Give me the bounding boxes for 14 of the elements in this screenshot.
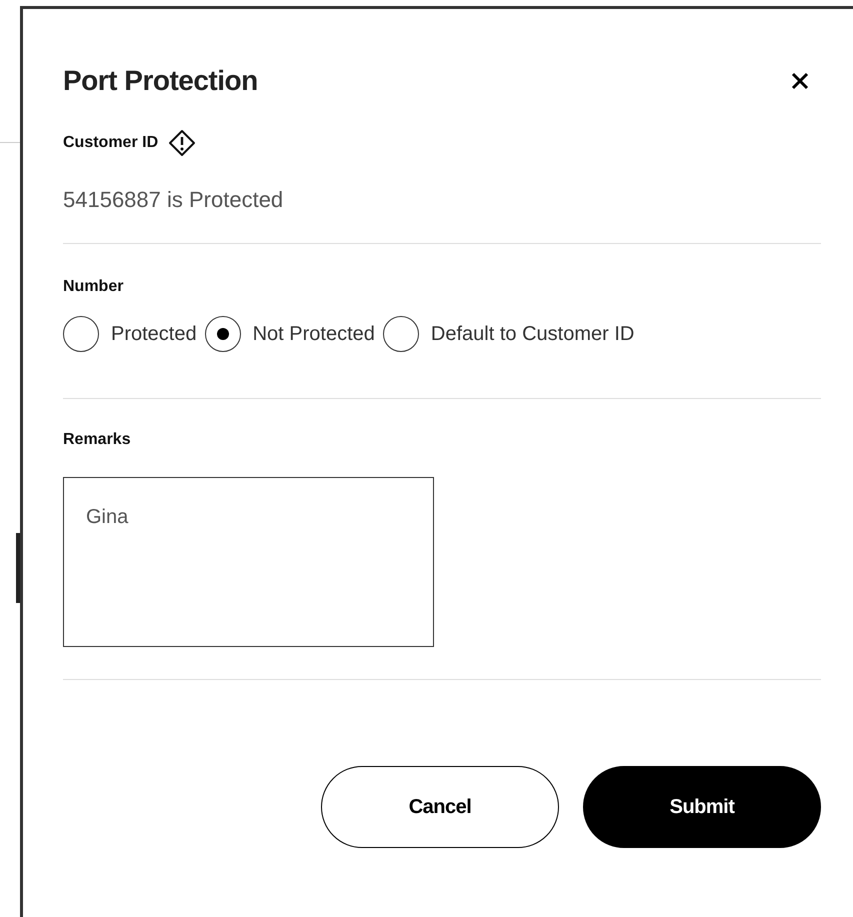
customer-id-label: Customer ID [63, 134, 158, 152]
background-bar [16, 533, 20, 603]
cancel-button[interactable]: Cancel [321, 766, 559, 848]
dialog-title: Port Protection [63, 65, 258, 97]
remarks-field[interactable]: Gina [63, 477, 434, 647]
radio-option[interactable]: Protected [63, 316, 197, 352]
remarks-label: Remarks [63, 431, 132, 449]
submit-button[interactable]: Submit [583, 766, 821, 848]
number-label: Number [63, 278, 124, 296]
close-icon [791, 72, 809, 90]
radio-option[interactable]: Not Protected [204, 316, 375, 352]
radio-option[interactable]: Default to Customer ID [382, 316, 634, 352]
protection-status: 54156887 is Protected [63, 187, 284, 213]
warning-icon [168, 129, 196, 157]
